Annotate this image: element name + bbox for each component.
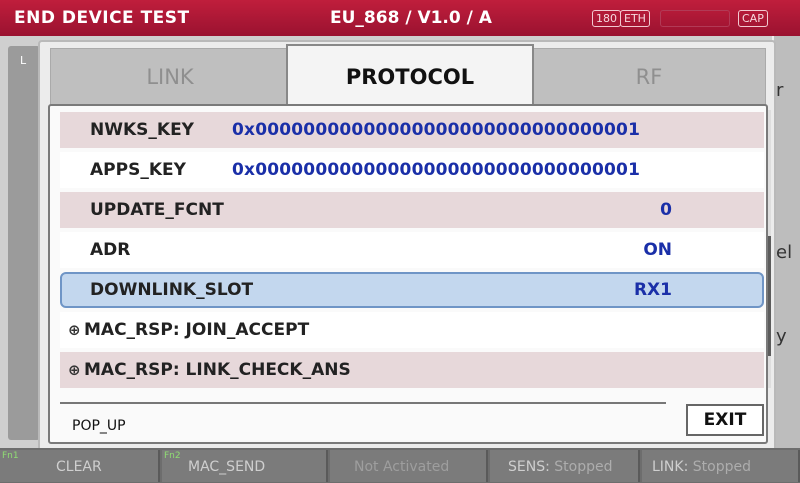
row-value: 0	[660, 200, 672, 220]
left-panel: L	[8, 46, 40, 440]
badge-cap: CAP	[738, 10, 768, 27]
badge-180: 180	[592, 10, 621, 27]
badge-eth: ETH	[620, 10, 650, 27]
fn-number: Fn1	[2, 451, 19, 461]
row-label: MAC_RSP: LINK_CHECK_ANS	[84, 360, 351, 380]
row-label: ADR	[90, 240, 131, 260]
status-key: LINK:	[652, 459, 689, 475]
row-label: DOWNLINK_SLOT	[90, 280, 254, 300]
row-update-fcnt[interactable]: UPDATE_FCNT 0	[60, 192, 764, 228]
tab-rf[interactable]: RF	[532, 48, 766, 106]
row-label: NWKS_KEY	[90, 120, 194, 140]
exit-button[interactable]: EXIT	[686, 404, 764, 436]
mode-indicator: EU_868 / V1.0 / A	[330, 8, 492, 28]
status-value: Stopped	[692, 459, 751, 475]
divider	[60, 402, 666, 404]
sens-status: SENS: Stopped	[490, 450, 640, 482]
row-mac-rsp-link-check-ans[interactable]: ⊕ MAC_RSP: LINK_CHECK_ANS	[60, 352, 764, 388]
app-title: END DEVICE TEST	[14, 8, 190, 28]
fn1-clear-button[interactable]: Fn1 CLEAR	[0, 450, 160, 482]
left-panel-label: L	[20, 54, 27, 67]
row-value: 0x00000000000000000000000000000001	[232, 120, 641, 140]
title-bar: END DEVICE TEST EU_868 / V1.0 / A 180 ET…	[0, 0, 800, 36]
link-status-text: LINK: Stopped	[652, 459, 751, 475]
fn-label: MAC_SEND	[188, 459, 266, 475]
tab-link[interactable]: LINK	[50, 48, 290, 106]
fn-label: CLEAR	[56, 459, 102, 475]
scrollbar-thumb[interactable]	[768, 236, 771, 356]
row-label: UPDATE_FCNT	[90, 200, 224, 220]
fn-number: Fn2	[164, 451, 181, 461]
row-label: MAC_RSP: JOIN_ACCEPT	[84, 320, 310, 340]
right-fragment-3: y	[776, 326, 787, 347]
fn-label: Not Activated	[354, 459, 450, 475]
function-key-bar: Fn1 CLEAR Fn2 MAC_SEND Not Activated SEN…	[0, 448, 800, 483]
row-value: RX1	[633, 280, 672, 300]
settings-panel: NWKS_KEY 0x00000000000000000000000000000…	[48, 104, 771, 444]
fn3-not-activated: Not Activated	[330, 450, 488, 482]
badge-inactive	[660, 10, 730, 27]
right-fragment-1: r	[776, 80, 784, 101]
protocol-popup: LINK RF PROTOCOL NWKS_KEY 0x000000000000…	[38, 40, 776, 452]
row-nwks-key[interactable]: NWKS_KEY 0x00000000000000000000000000000…	[60, 112, 764, 148]
row-value: 0x00000000000000000000000000000001	[232, 160, 641, 180]
tab-protocol[interactable]: PROTOCOL	[286, 44, 534, 108]
sens-status-text: SENS: Stopped	[508, 459, 612, 475]
popup-label: POP_UP	[72, 418, 126, 434]
scrollbar[interactable]	[768, 110, 771, 388]
right-fragment-2: el	[776, 242, 793, 263]
row-label: APPS_KEY	[90, 160, 186, 180]
expand-icon[interactable]: ⊕	[68, 361, 81, 379]
row-apps-key[interactable]: APPS_KEY 0x00000000000000000000000000000…	[60, 152, 764, 188]
row-mac-rsp-join-accept[interactable]: ⊕ MAC_RSP: JOIN_ACCEPT	[60, 312, 764, 348]
row-adr[interactable]: ADR ON	[60, 232, 764, 268]
row-value: ON	[643, 240, 672, 260]
fn2-mac-send-button[interactable]: Fn2 MAC_SEND	[162, 450, 328, 482]
status-value: Stopped	[554, 459, 613, 475]
expand-icon[interactable]: ⊕	[68, 321, 81, 339]
status-key: SENS:	[508, 459, 550, 475]
link-status: LINK: Stopped	[642, 450, 800, 482]
row-downlink-slot[interactable]: DOWNLINK_SLOT RX1	[60, 272, 764, 308]
